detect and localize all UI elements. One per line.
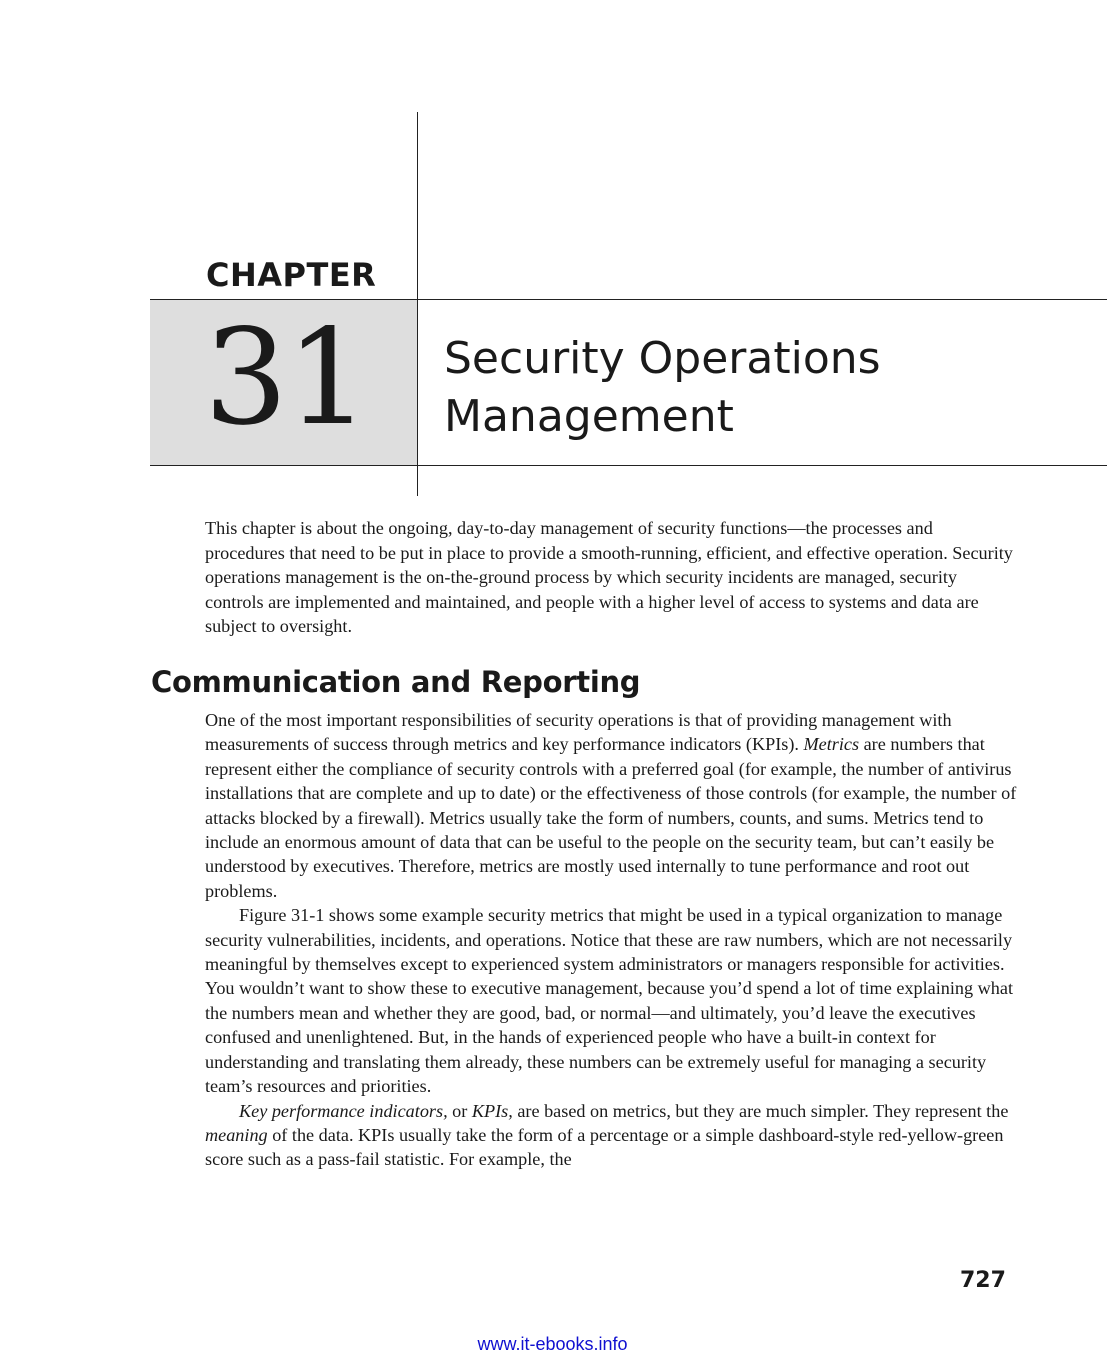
body-paragraph-2: Figure 31-1 shows some example security … bbox=[205, 905, 1013, 1097]
section-body: One of the most important responsibiliti… bbox=[205, 708, 1017, 1172]
section-heading: Communication and Reporting bbox=[151, 665, 641, 699]
footer-link[interactable]: www.it-ebooks.info bbox=[0, 1334, 1107, 1355]
chapter-number: 31 bbox=[204, 301, 370, 455]
chapter-title-line1: Security Operations bbox=[444, 333, 881, 384]
page-number: 727 bbox=[960, 1268, 1006, 1293]
chapter-divider-vertical-bottom bbox=[417, 466, 418, 496]
chapter-rule-bottom bbox=[150, 465, 1107, 466]
body-paragraph-3-italic-term-1: Key performance indicators, bbox=[239, 1100, 448, 1121]
body-paragraph-1-italic-term: Metrics bbox=[803, 734, 860, 755]
body-paragraph-1: One of the most important responsibiliti… bbox=[205, 708, 1017, 903]
chapter-label: CHAPTER bbox=[206, 256, 377, 294]
chapter-title-line2: Management bbox=[444, 391, 734, 442]
body-paragraph-3-italic-term-2: KPIs, bbox=[471, 1100, 513, 1121]
body-paragraph-1-text-b: are numbers that represent either the co… bbox=[205, 734, 1017, 901]
body-paragraph-3-italic-term-3: meaning bbox=[205, 1124, 268, 1145]
chapter-title: Security Operations Management bbox=[444, 330, 1084, 446]
chapter-divider-vertical-top bbox=[417, 112, 418, 300]
footer-link-text[interactable]: www.it-ebooks.info bbox=[477, 1334, 627, 1354]
chapter-divider-vertical-middle bbox=[417, 300, 418, 466]
body-paragraph-3: Key performance indicators, or KPIs, are… bbox=[205, 1099, 1017, 1172]
body-paragraph-3-text-b: are based on metrics, but they are much … bbox=[512, 1100, 1009, 1121]
body-paragraph-3-text-c: of the data. KPIs usually take the form … bbox=[205, 1124, 1004, 1170]
body-paragraph-3-text-a: or bbox=[447, 1100, 472, 1121]
intro-paragraph: This chapter is about the ongoing, day-t… bbox=[205, 518, 1013, 636]
